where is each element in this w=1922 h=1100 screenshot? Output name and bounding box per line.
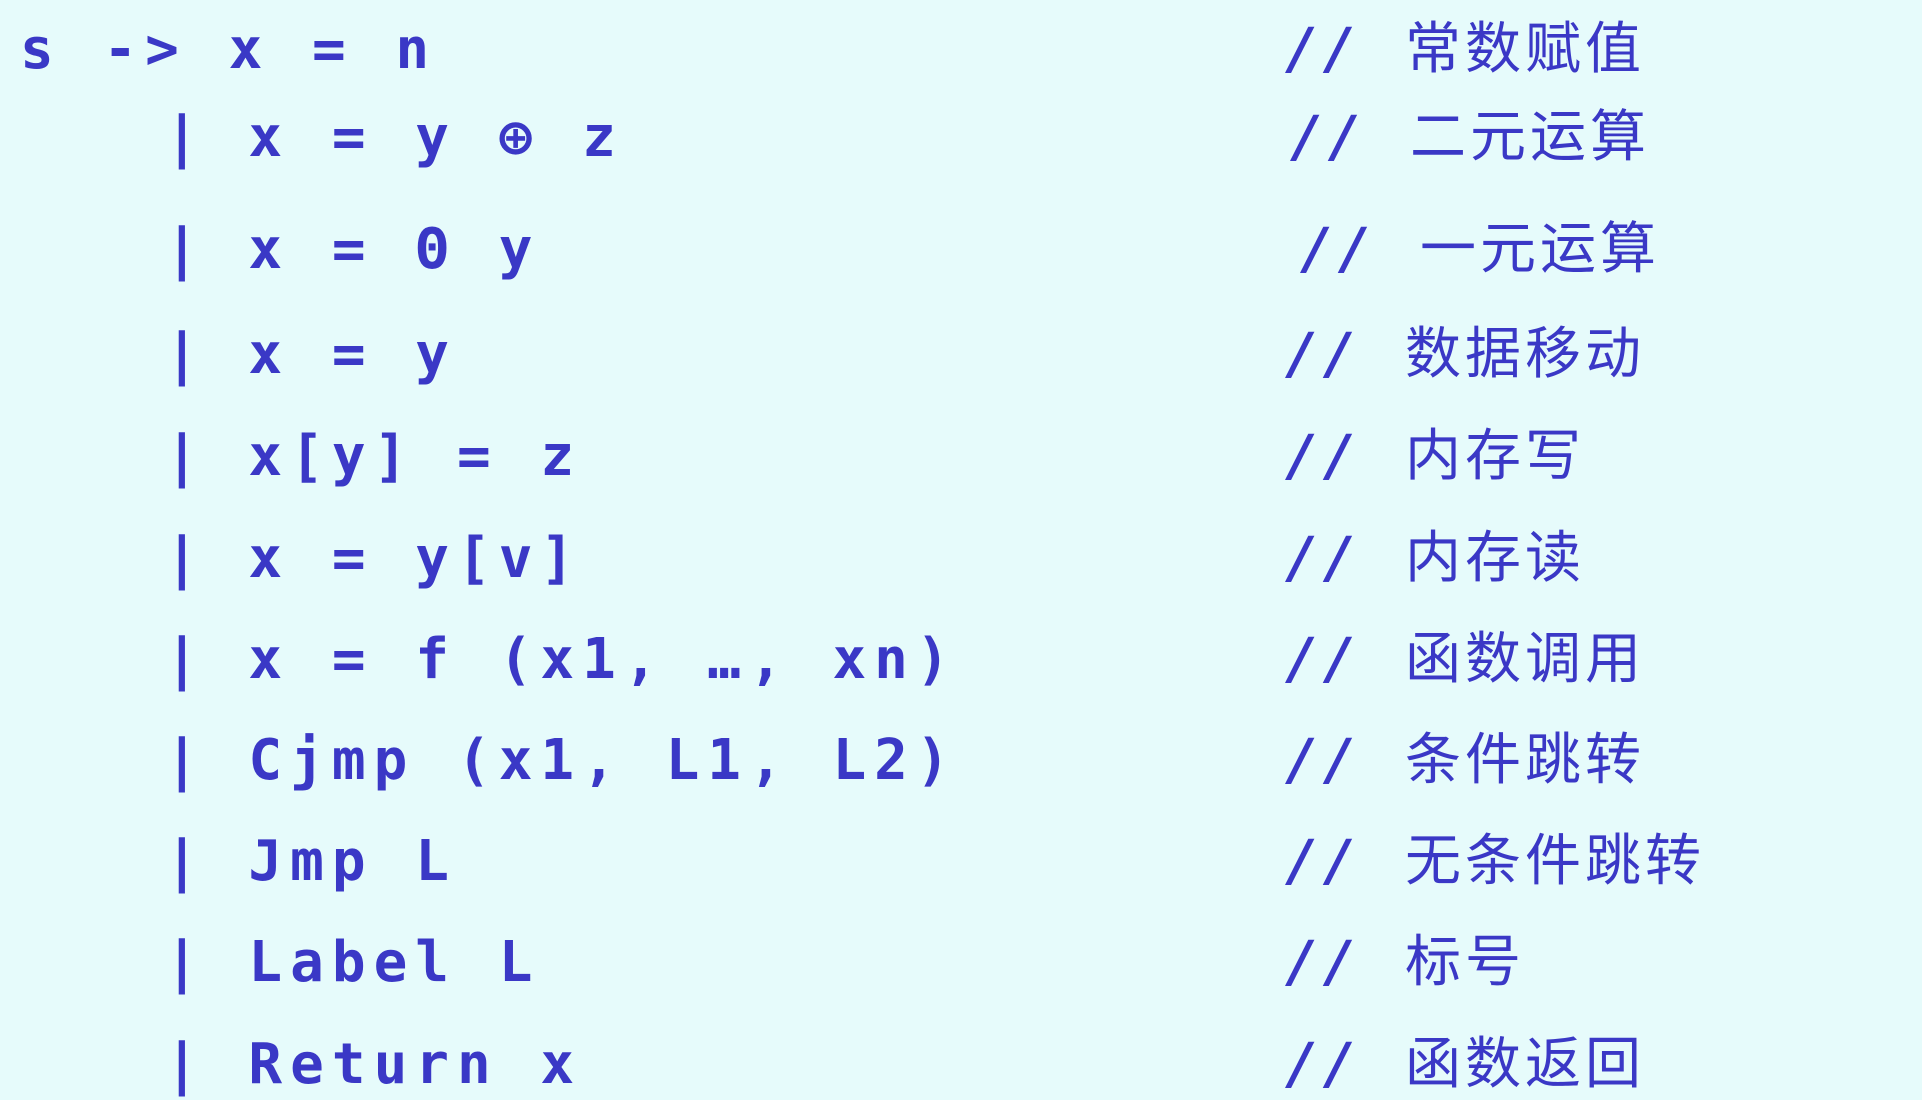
code-text: | x = y[v] [165, 526, 583, 591]
grammar-row: | Return x // 函数返回 [0, 1020, 1922, 1100]
comment-text: 无条件跳转 [1405, 829, 1705, 894]
comment: // 二元运算 [1290, 93, 1650, 183]
grammar-row: | x = y ⊕ z // 二元运算 [0, 93, 1922, 183]
comment-prefix: // [1285, 728, 1361, 793]
code-text: | Return x [165, 1032, 583, 1097]
comment-text: 常数赋值 [1405, 17, 1645, 82]
comment-prefix: // [1285, 829, 1361, 894]
comment-prefix: // [1285, 424, 1361, 489]
comment: // 函数返回 [1285, 1020, 1645, 1100]
grammar-row: | Label L // 标号 [0, 918, 1922, 1008]
grammar-row: | x = y[v] // 内存读 [0, 514, 1922, 604]
code-text: | x = y ⊕ z [165, 105, 624, 170]
comment-prefix: // [1290, 105, 1366, 170]
comment: // 函数调用 [1285, 615, 1645, 705]
comment: // 条件跳转 [1285, 716, 1645, 806]
grammar-row: | x = f (x1, …, xn) // 函数调用 [0, 615, 1922, 705]
code-text: s -> x = n [20, 17, 438, 82]
comment: // 内存读 [1285, 514, 1585, 604]
comment-prefix: // [1285, 17, 1361, 82]
code-text: | Jmp L [165, 829, 458, 894]
comment-prefix: // [1285, 1032, 1361, 1097]
comment: // 无条件跳转 [1285, 817, 1705, 907]
comment-text: 二元运算 [1410, 105, 1650, 170]
grammar-row: | Cjmp (x1, L1, L2) // 条件跳转 [0, 716, 1922, 806]
code-text: | x = Θ y [165, 217, 541, 282]
comment: // 标号 [1285, 918, 1525, 1008]
code-text: | Label L [165, 930, 541, 995]
comment-prefix: // [1285, 627, 1361, 692]
comment-text: 条件跳转 [1405, 728, 1645, 793]
comment-prefix: // [1285, 526, 1361, 591]
comment-prefix: // [1300, 217, 1376, 282]
comment-text: 标号 [1405, 930, 1525, 995]
comment-text: 一元运算 [1420, 217, 1660, 282]
comment-prefix: // [1285, 930, 1361, 995]
code-text: | x = f (x1, …, xn) [165, 627, 958, 692]
grammar-row: | x = Θ y // 一元运算 [0, 205, 1922, 295]
slide: s -> x = n // 常数赋值 | x = y ⊕ z // 二元运算 | x… [0, 0, 1922, 1100]
code-text: | x = y [165, 322, 458, 387]
grammar-row: | x[y] = z // 内存写 [0, 412, 1922, 502]
comment-text: 内存读 [1405, 526, 1585, 591]
code-text: | x[y] = z [165, 424, 583, 489]
comment-text: 内存写 [1405, 424, 1585, 489]
code-text: | Cjmp (x1, L1, L2) [165, 728, 958, 793]
grammar-row: | x = y // 数据移动 [0, 310, 1922, 400]
grammar-row: | Jmp L // 无条件跳转 [0, 817, 1922, 907]
comment-text: 数据移动 [1405, 322, 1645, 387]
grammar-row: s -> x = n // 常数赋值 [0, 5, 1922, 95]
comment-prefix: // [1285, 322, 1361, 387]
comment-text: 函数调用 [1405, 627, 1645, 692]
comment-text: 函数返回 [1405, 1032, 1645, 1097]
comment: // 内存写 [1285, 412, 1585, 502]
comment: // 一元运算 [1300, 205, 1660, 295]
comment: // 数据移动 [1285, 310, 1645, 400]
comment: // 常数赋值 [1285, 5, 1645, 95]
